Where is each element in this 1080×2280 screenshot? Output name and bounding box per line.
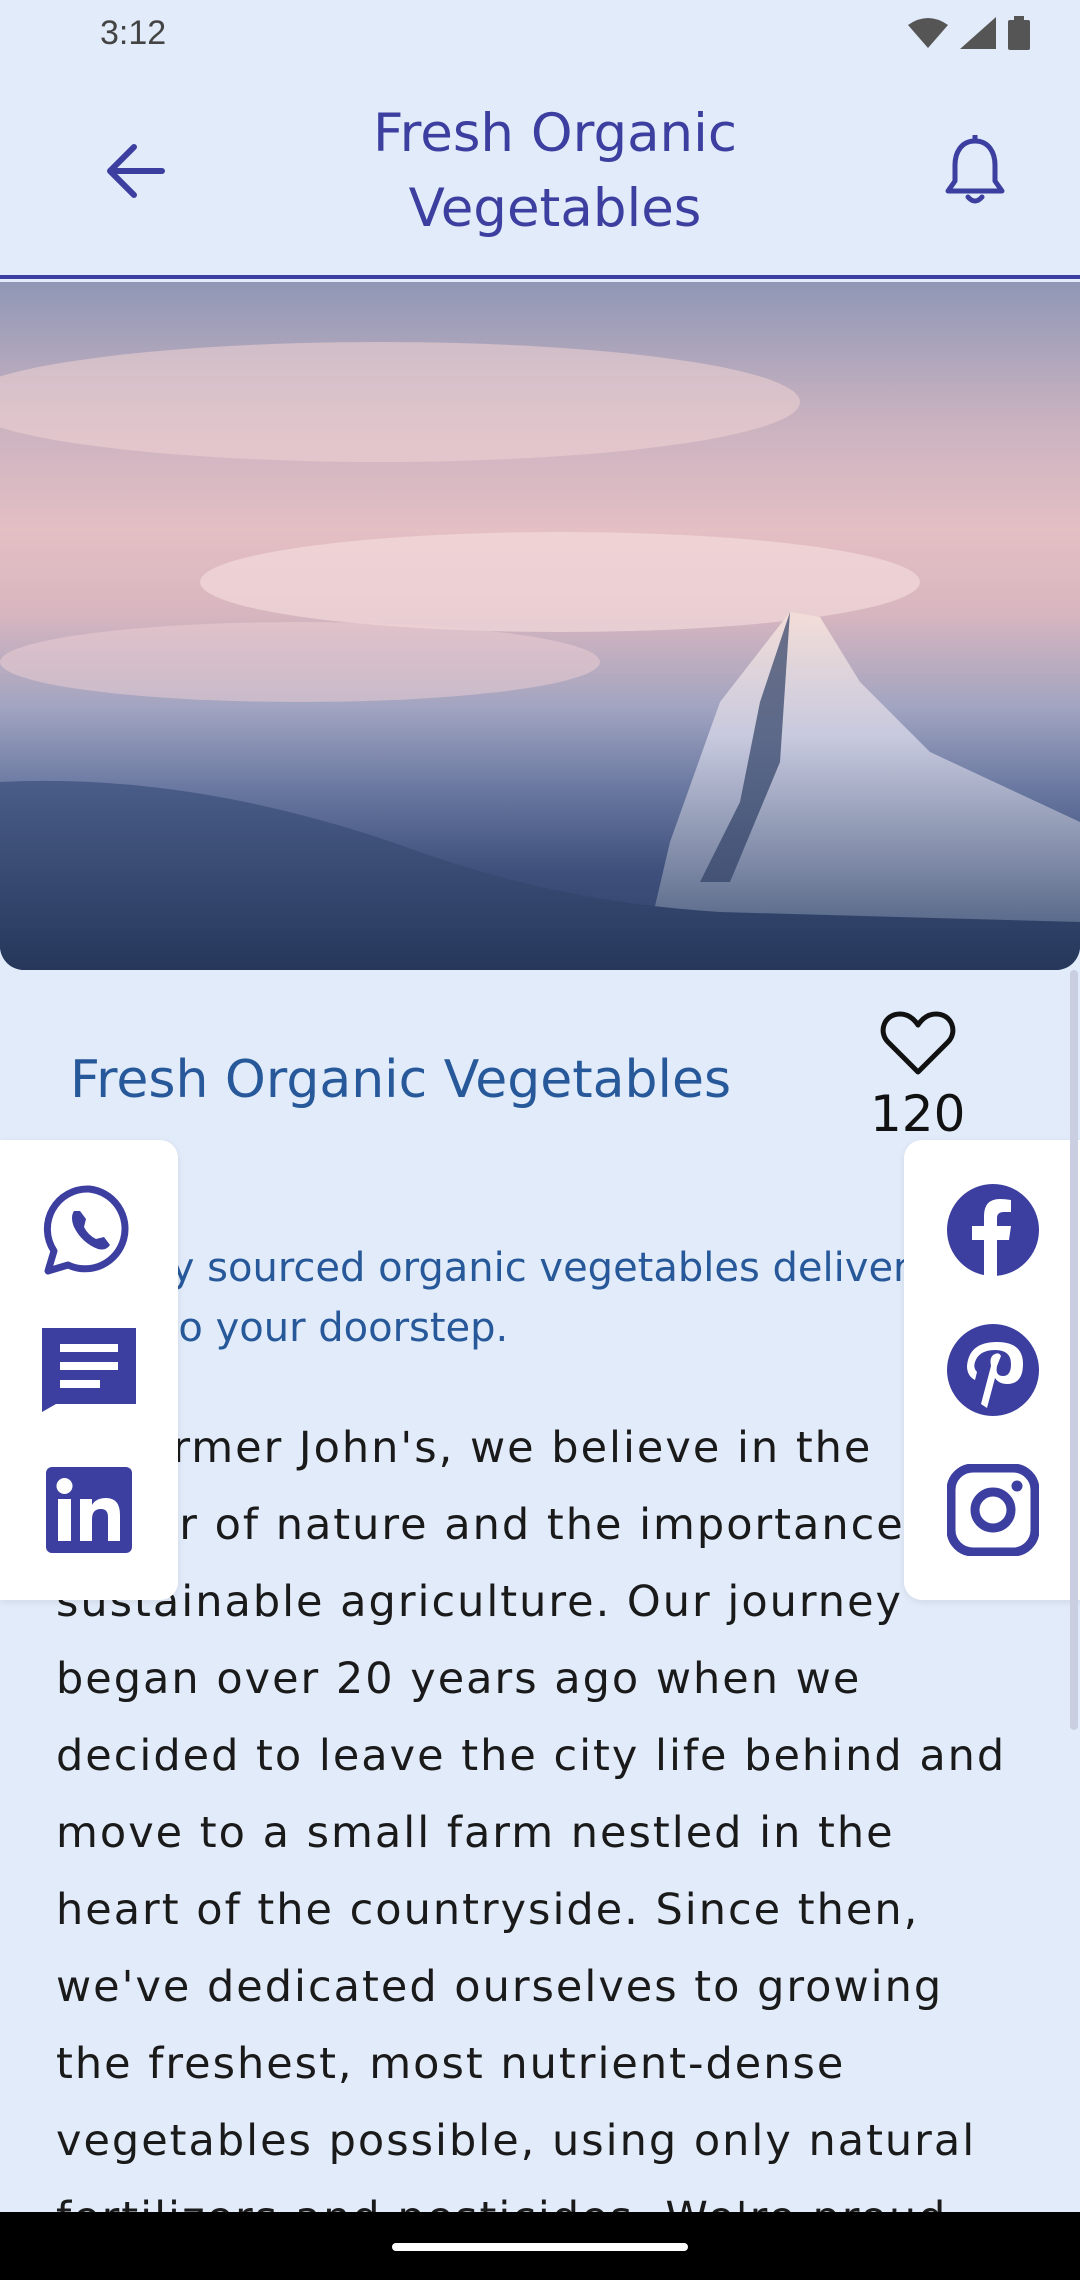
like-count: 120: [870, 1085, 966, 1143]
mountain-at-sunset-image: [0, 342, 1080, 970]
battery-icon: [1008, 16, 1030, 50]
whatsapp-icon: [43, 1185, 129, 1275]
message-share-button[interactable]: [39, 1320, 139, 1420]
status-icons: [908, 16, 1030, 50]
facebook-icon: [947, 1184, 1039, 1276]
pinterest-share-button[interactable]: [943, 1320, 1043, 1420]
heart-icon: [880, 1011, 955, 1075]
whatsapp-share-button[interactable]: [39, 1180, 139, 1280]
app-bar: Fresh Organic Vegetables: [0, 66, 1080, 276]
status-time: 3:12: [100, 13, 167, 52]
post-title-row: Fresh Organic Vegetables: [70, 1050, 830, 1110]
home-gesture-handle[interactable]: [392, 2243, 688, 2251]
linkedin-icon: [46, 1467, 132, 1553]
app-bar-divider: [0, 275, 1080, 279]
instagram-icon: [947, 1464, 1039, 1556]
message-icon: [42, 1328, 136, 1412]
wifi-icon: [908, 18, 948, 48]
hero-image: [0, 282, 1080, 970]
notifications-button[interactable]: [940, 135, 1010, 206]
scrollbar[interactable]: [1070, 970, 1078, 1730]
status-bar: 3:12: [0, 0, 1080, 66]
like-button[interactable]: 120: [870, 1010, 965, 1144]
post-title: Fresh Organic Vegetables: [70, 1050, 732, 1110]
linkedin-share-button[interactable]: [39, 1460, 139, 1560]
instagram-share-button[interactable]: [943, 1460, 1043, 1560]
bell-icon: [945, 135, 1005, 204]
back-button[interactable]: [100, 136, 170, 206]
post-subtitle: Locally sourced organic vegetables deliv…: [56, 1245, 959, 1351]
pinterest-icon: [947, 1324, 1039, 1416]
arrow-back-icon: [107, 144, 165, 198]
facebook-share-button[interactable]: [943, 1180, 1043, 1280]
page-title: Fresh Organic Vegetables: [372, 103, 738, 239]
post-body: At Farmer John's, we believe in the powe…: [56, 1423, 1007, 2243]
share-panel-left: [0, 1140, 178, 1600]
signal-icon: [960, 17, 996, 49]
share-panel-right: [904, 1140, 1080, 1600]
